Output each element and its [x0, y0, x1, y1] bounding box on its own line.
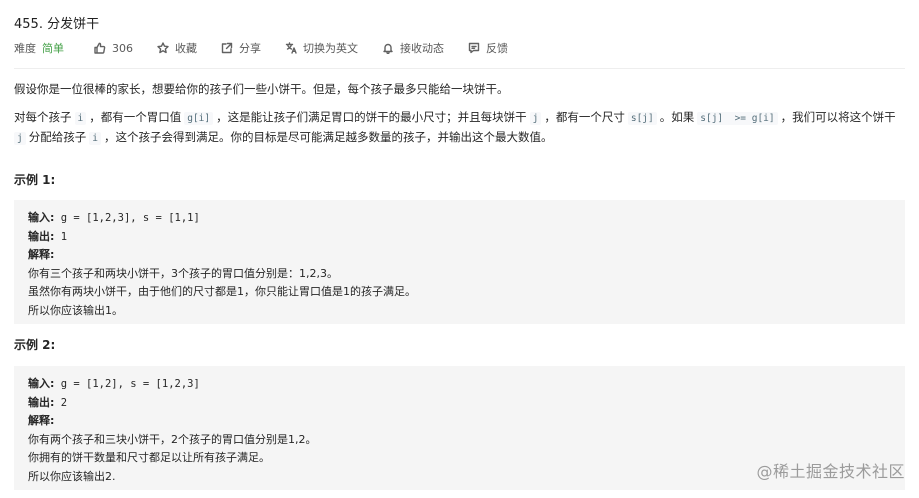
watermark: @稀土掘金技术社区 [756, 462, 905, 481]
explanation-line: 你有两个孩子和三块小饼干，2个孩子的胃口值分别是1,2。 [28, 432, 317, 446]
example-input-line: 输入: g = [1,2], s = [1,2,3] [28, 375, 891, 394]
output-label: 输出: [28, 229, 55, 243]
explanation-line: 所以你应该输出1。 [28, 303, 123, 317]
input-label: 输入: [28, 211, 55, 224]
example-output-line: 输出: 2 [28, 394, 891, 413]
explanation-label-text: 解释: [28, 248, 55, 261]
favorite-label: 收藏 [175, 42, 197, 55]
explanation-label-text: 解释: [28, 414, 55, 427]
desc-text: ，都有一个尺寸 [544, 110, 625, 124]
inline-code: s[j] >= g[i] [697, 112, 778, 125]
inline-code: s[j] [627, 112, 657, 125]
bell-icon [383, 43, 393, 54]
input-value: g = [1,2,3], s = [1,1] [54, 212, 200, 224]
example-output-line: 输出: 1 [28, 228, 891, 247]
switch-language-button[interactable]: 切换为英文 [285, 40, 358, 56]
output-value: 1 [54, 230, 68, 243]
like-button[interactable]: 306 [94, 42, 133, 55]
difficulty-badge: 简单 [42, 42, 64, 55]
desc-text: 分配给孩子 [28, 130, 87, 144]
desc-text: 。如果 [659, 110, 695, 124]
description-paragraph-1: 假设你是一位很棒的家长，想要给你的孩子们一些小饼干。但是，每个孩子最多只能给一块… [14, 82, 509, 96]
switch-language-label: 切换为英文 [303, 42, 358, 55]
feedback-label: 反馈 [486, 42, 508, 55]
thumbs-up-icon [94, 42, 106, 54]
like-count: 306 [112, 41, 133, 55]
feedback-icon [468, 42, 480, 54]
notify-label: 接收动态 [400, 42, 444, 55]
problem-title: 455. 分发饼干 [14, 17, 100, 32]
translate-icon [285, 42, 297, 54]
example-input-line: 输入: g = [1,2,3], s = [1,1] [28, 209, 891, 228]
explanation-line: 虽然你有两块小饼干，由于他们的尺寸都是1，你只能让胃口值是1的孩子满足。 [28, 285, 416, 298]
inline-code: i [89, 132, 101, 145]
problem-meta-bar: 难度 简单 306 收藏 分享 切换为英文 接收动态 反馈 [14, 40, 532, 56]
share-button[interactable]: 分享 [221, 40, 261, 56]
desc-text: ，我们可以将这个饼干 [780, 110, 896, 124]
input-label: 输入: [28, 377, 55, 390]
explanation-label: 解释: [28, 412, 891, 431]
example-1-heading: 示例 1: [14, 173, 56, 187]
difficulty-label: 难度 [14, 42, 36, 55]
favorite-button[interactable]: 收藏 [157, 40, 197, 56]
share-icon [221, 42, 233, 54]
output-value: 2 [54, 396, 68, 409]
explanation-label: 解释: [28, 246, 891, 265]
desc-text: ，都有一个胃口值 [89, 110, 182, 124]
inline-code: j [529, 112, 542, 125]
example-2-heading: 示例 2: [14, 338, 56, 352]
example-1-block: 输入: g = [1,2,3], s = [1,1] 输出: 1 解释: 你有三… [14, 200, 905, 324]
inline-code: j [14, 132, 26, 145]
desc-text: ，这个孩子会得到满足。你的目标是尽可能满足越多数量的孩子，并输出这个最大数值。 [103, 130, 553, 144]
notify-button[interactable]: 接收动态 [382, 40, 444, 56]
inline-code: g[i] [184, 112, 214, 125]
feedback-button[interactable]: 反馈 [468, 40, 508, 56]
explanation-line: 你有三个孩子和两块小饼干，3个孩子的胃口值分别是：1,2,3。 [28, 266, 338, 280]
desc-text: 对每个孩子 [14, 110, 72, 124]
share-label: 分享 [239, 42, 261, 55]
input-value: g = [1,2], s = [1,2,3] [54, 378, 200, 390]
star-icon [157, 42, 169, 54]
description-paragraph-2: 对每个孩子 i ，都有一个胃口值 g[i] ，这是能让孩子们满足胃口的饼干的最小尺寸；并… [14, 108, 909, 148]
output-label: 输出: [28, 395, 55, 409]
divider [14, 68, 905, 69]
inline-code: i [74, 112, 87, 125]
desc-text: ，这是能让孩子们满足胃口的饼干的最小尺寸；并且每块饼干 [216, 110, 527, 124]
